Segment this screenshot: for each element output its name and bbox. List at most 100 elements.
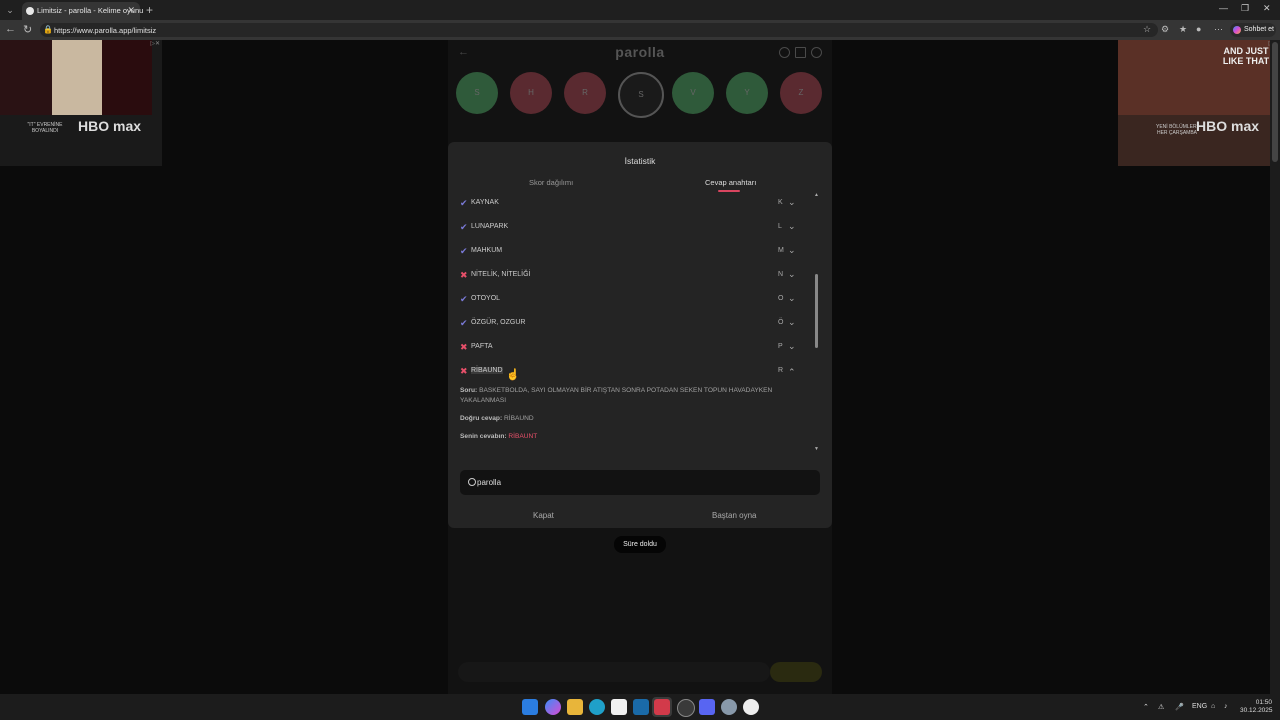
letter-circle: S bbox=[456, 72, 498, 114]
info-icon[interactable] bbox=[779, 47, 790, 58]
lock-icon: 🔒 bbox=[43, 25, 53, 34]
site-favicon-icon bbox=[26, 7, 34, 15]
answer-row[interactable]: ✔ MAHKUM M ⌄ bbox=[460, 240, 806, 264]
share-button[interactable]: parolla bbox=[460, 470, 820, 495]
app-icon[interactable] bbox=[743, 699, 759, 715]
ad-close-icon[interactable]: ▷✕ bbox=[150, 40, 160, 47]
answer-word: RİBAUND bbox=[471, 367, 503, 374]
answer-letter: P bbox=[778, 343, 783, 350]
answer-row[interactable]: ✔ KAYNAK K ⌄ bbox=[460, 192, 806, 216]
check-icon: ✔ bbox=[460, 198, 468, 208]
chevron-down-icon[interactable]: ⌄ bbox=[788, 197, 796, 208]
language-indicator[interactable]: ENG bbox=[1192, 703, 1207, 710]
ad-poster-image bbox=[0, 40, 52, 115]
minimize-icon[interactable]: — bbox=[1219, 3, 1228, 13]
more-menu-icon[interactable]: ⋯ bbox=[1214, 24, 1223, 35]
check-icon: ✔ bbox=[460, 318, 468, 328]
chevron-down-icon[interactable]: ⌄ bbox=[788, 293, 796, 304]
clock-time: 01:50 bbox=[1255, 699, 1272, 706]
github-icon[interactable] bbox=[677, 699, 695, 717]
answer-row[interactable]: ✖ PAFTA P ⌄ bbox=[460, 336, 806, 360]
game-logo: parolla bbox=[615, 44, 665, 60]
letter-circle: Z bbox=[780, 72, 822, 114]
scroll-down-icon[interactable]: ▼ bbox=[814, 446, 819, 452]
favorite-star-icon[interactable]: ☆ bbox=[1143, 24, 1151, 35]
answer-row[interactable]: ✔ OTOYOL O ⌄ bbox=[460, 288, 806, 312]
tray-volume-icon[interactable]: ♪ bbox=[1224, 703, 1228, 710]
clock-date: 30.12.2025 bbox=[1240, 707, 1273, 714]
answer-row[interactable]: ✔ LUNAPARK L ⌄ bbox=[460, 216, 806, 240]
correct-answer-line: Doğru cevap: RİBAUND bbox=[460, 414, 790, 424]
favorites-icon[interactable]: ★ bbox=[1179, 24, 1187, 35]
answer-word: LUNAPARK bbox=[471, 223, 509, 230]
back-icon[interactable]: ← bbox=[5, 23, 16, 35]
letter-circle: H bbox=[510, 72, 552, 114]
discord-icon[interactable] bbox=[699, 699, 715, 715]
steam-icon[interactable] bbox=[633, 699, 649, 715]
settings-icon[interactable] bbox=[811, 47, 822, 58]
ad-tagline: YENİ BÖLÜMLERİ HER ÇARŞAMBA bbox=[1156, 124, 1198, 136]
chevron-up-icon[interactable]: ⌃ bbox=[788, 367, 796, 378]
window-close-icon[interactable]: ✕ bbox=[1263, 3, 1271, 14]
ad-poster-image bbox=[102, 40, 152, 115]
scroll-up-icon[interactable]: ▲ bbox=[814, 192, 819, 198]
browser-toolbar: ← ↻ 🔒 https://www.parolla.app/limitsiz ☆… bbox=[0, 20, 1280, 40]
your-answer-value: RİBAUNT bbox=[508, 433, 538, 440]
start-windows-icon[interactable] bbox=[522, 699, 538, 715]
tray-mic-icon[interactable]: 🎤 bbox=[1175, 703, 1184, 711]
ad-banner-right[interactable]: AND JUST LIKE THAT YENİ BÖLÜMLERİ HER ÇA… bbox=[1118, 40, 1280, 166]
taskbar-clock[interactable]: 01:50 30.12.2025 bbox=[1240, 699, 1273, 715]
chevron-down-icon[interactable]: ⌄ bbox=[788, 341, 796, 352]
new-tab-icon[interactable]: + bbox=[146, 3, 153, 17]
tray-network-icon[interactable]: ⚠ bbox=[1158, 703, 1164, 711]
restart-button[interactable]: Baştan oyna bbox=[712, 511, 756, 520]
answer-row[interactable]: ✔ ÖZGÜR, OZGUR Ö ⌄ bbox=[460, 312, 806, 336]
stats-icon[interactable] bbox=[795, 47, 806, 58]
file-explorer-icon[interactable] bbox=[567, 699, 583, 715]
cross-icon: ✖ bbox=[460, 366, 468, 376]
settings-gear-icon[interactable] bbox=[721, 699, 737, 715]
chevron-down-icon[interactable]: ⌄ bbox=[788, 245, 796, 256]
tray-wifi-icon[interactable]: ⌂ bbox=[1211, 703, 1215, 710]
modal-scrollbar-thumb[interactable] bbox=[815, 274, 818, 348]
modal-scrollbar[interactable]: ▲ ▼ bbox=[814, 192, 820, 454]
answer-letter: L bbox=[778, 223, 782, 230]
share-label: parolla bbox=[477, 478, 502, 487]
chevron-down-icon[interactable]: ⌄ bbox=[788, 221, 796, 232]
browser-tab-active[interactable]: Limitsiz - parolla - Kelime oyunu ✕ bbox=[22, 2, 143, 20]
tab-close-icon[interactable]: ✕ bbox=[127, 5, 135, 16]
tray-chevron-icon[interactable]: ⌃ bbox=[1143, 703, 1149, 711]
profile-icon[interactable]: ● bbox=[1196, 24, 1201, 34]
tab-score-distribution[interactable]: Skor dağılımı bbox=[529, 178, 573, 187]
ad-brand: HBO max bbox=[78, 118, 142, 134]
page-scrollbar[interactable] bbox=[1270, 40, 1280, 694]
store-icon[interactable] bbox=[611, 699, 627, 715]
answer-letter: O bbox=[778, 295, 784, 302]
tab-answer-key[interactable]: Cevap anahtarı bbox=[705, 178, 756, 187]
copilot-taskbar-icon[interactable] bbox=[545, 699, 561, 715]
answer-input[interactable] bbox=[458, 662, 770, 682]
copilot-chat-button[interactable]: Sohbet et bbox=[1230, 23, 1276, 37]
copilot-icon bbox=[1233, 26, 1241, 34]
page-scrollbar-thumb[interactable] bbox=[1272, 42, 1278, 162]
close-button[interactable]: Kapat bbox=[533, 511, 554, 520]
recording-app-icon[interactable] bbox=[654, 699, 670, 715]
reload-icon[interactable]: ↻ bbox=[23, 23, 32, 36]
tab-actions-icon[interactable]: ⌄ bbox=[4, 4, 16, 16]
extensions-icon[interactable]: ⚙ bbox=[1161, 24, 1169, 35]
chevron-down-icon[interactable]: ⌄ bbox=[788, 317, 796, 328]
ad-banner-left[interactable]: "IT" EVRENİNE BOYALINDI HBO max ▷✕ bbox=[0, 40, 162, 166]
edge-browser-icon[interactable] bbox=[589, 699, 605, 715]
answer-word: ÖZGÜR, OZGUR bbox=[471, 319, 526, 326]
check-icon: ✔ bbox=[460, 246, 468, 256]
answer-word: KAYNAK bbox=[471, 199, 499, 206]
answer-row[interactable]: ✖ NİTELİK, NİTELİĞİ N ⌄ bbox=[460, 264, 806, 288]
letter-circle: R bbox=[564, 72, 606, 114]
check-icon: ✔ bbox=[460, 222, 468, 232]
question-label: Soru: bbox=[460, 387, 478, 394]
chevron-down-icon[interactable]: ⌄ bbox=[788, 269, 796, 280]
restore-icon[interactable]: ❐ bbox=[1241, 3, 1249, 14]
address-bar[interactable]: 🔒 https://www.parolla.app/limitsiz bbox=[40, 23, 1158, 37]
answer-letter: N bbox=[778, 271, 784, 278]
submit-answer-button[interactable] bbox=[770, 662, 822, 682]
